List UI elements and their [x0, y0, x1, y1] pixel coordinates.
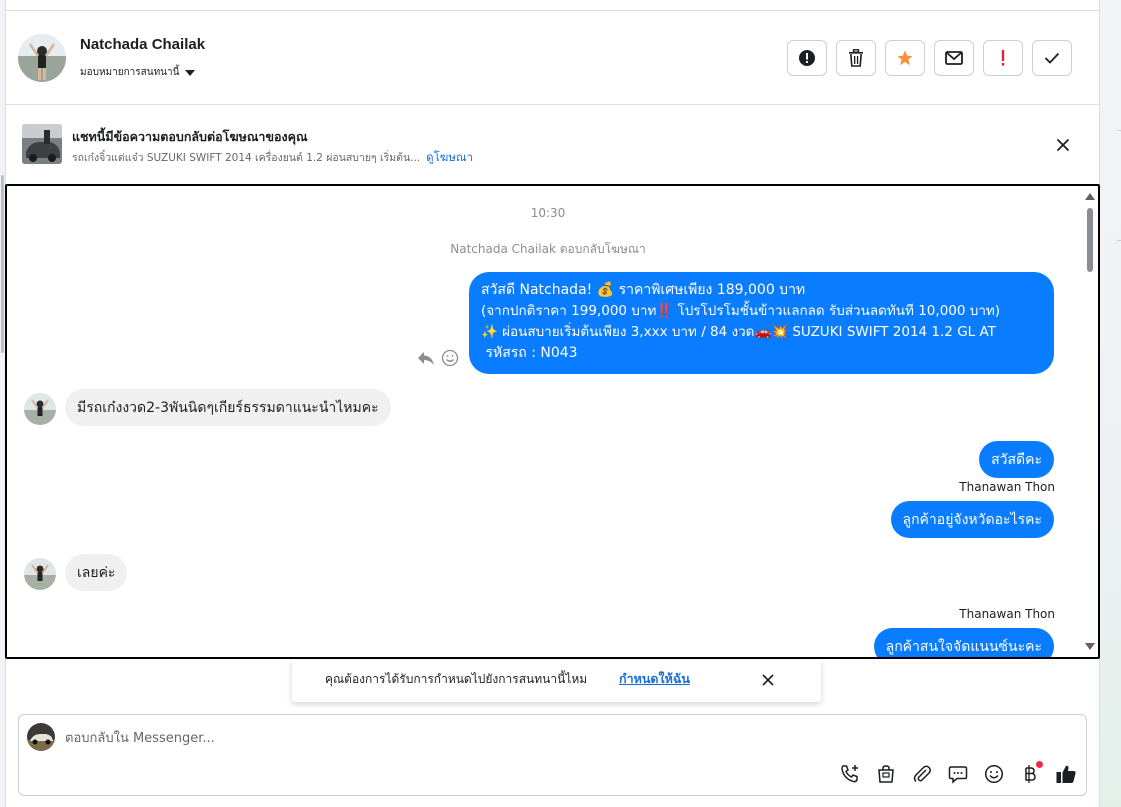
outgoing-ad-message[interactable]: สวัสดี Natchada! 💰 ราคาพิเศษเพียง 189,00…: [469, 272, 1054, 374]
payment-button[interactable]: [1017, 761, 1043, 787]
close-icon: [1056, 138, 1070, 152]
paperclip-icon: [913, 765, 931, 783]
outgoing-message[interactable]: ลูกค้าอยู่จังหวัดอะไรคะ: [890, 501, 1054, 538]
contact-avatar[interactable]: [18, 34, 66, 82]
mark-done-button[interactable]: [1032, 40, 1072, 76]
scroll-down-arrow-icon[interactable]: [1085, 643, 1095, 650]
thread-scrollbar[interactable]: [1082, 186, 1098, 657]
inbox-app: Natchada Chailak มอบหมายการสนทนานี้ แชทน…: [0, 0, 1121, 807]
close-ad-banner-button[interactable]: [1052, 134, 1074, 156]
composer-toolbar: [837, 761, 1079, 787]
message-hover-actions: [417, 349, 459, 367]
ad-reply-banner: แชทนี้มีข้อความตอบกลับต่อโฆษณาของคุณ รถเ…: [6, 106, 1099, 184]
report-spam-button[interactable]: [787, 40, 827, 76]
assign-conversation-dropdown[interactable]: มอบหมายการสนทนานี้: [80, 65, 196, 80]
contact-avatar-small[interactable]: [24, 393, 56, 425]
attach-button[interactable]: [909, 761, 935, 787]
mark-unread-button[interactable]: [934, 40, 974, 76]
shop-button[interactable]: [873, 761, 899, 787]
message-timestamp: 10:30: [530, 206, 566, 220]
incoming-message[interactable]: มีรถเก๋งงวด2-3พันนิดๆเกียร์ธรรมดาแนะนำไห…: [65, 389, 391, 426]
delete-button[interactable]: [836, 40, 876, 76]
view-ad-link[interactable]: ดูโฆษณา: [426, 149, 473, 167]
notification-dot: [1036, 761, 1043, 768]
ad-message-line: ✨ ผ่อนสบายเริ่มต้นเพียง 3,xxx บาท / 84 ง…: [481, 324, 996, 340]
outgoing-message[interactable]: สวัสดีคะ: [979, 441, 1054, 478]
star-button[interactable]: [885, 40, 925, 76]
mark-important-button[interactable]: [983, 40, 1023, 76]
ad-reply-note: Natchada Chailak ตอบกลับโฆษณา: [450, 242, 646, 256]
header-actions: [787, 40, 1072, 76]
shopping-bag-icon: [878, 765, 894, 783]
close-icon: [762, 674, 774, 686]
page-avatar: [27, 723, 55, 751]
right-panel-edge: [1099, 0, 1121, 807]
message-composer: [18, 714, 1087, 796]
reply-input[interactable]: [65, 727, 765, 749]
scroll-up-arrow-icon[interactable]: [1085, 193, 1095, 200]
scroll-thumb[interactable]: [1087, 208, 1093, 272]
checkmark-icon: [1044, 52, 1060, 64]
call-button[interactable]: [837, 761, 863, 787]
contact-avatar-small[interactable]: [24, 558, 56, 590]
emoji-button[interactable]: [981, 761, 1007, 787]
incoming-message[interactable]: เลยค่ะ: [65, 554, 128, 591]
ad-message-line: รหัสรถ : N043: [481, 345, 578, 361]
ad-banner-title: แชทนี้มีข้อความตอบกลับต่อโฆษณาของคุณ: [72, 129, 308, 144]
ad-description: รถเก๋งจิ๋วแต่แจ๋ว SUZUKI SWIFT 2014 เครื…: [72, 152, 421, 164]
ad-message-line: (จากปกติราคา 199,000 บาท‼️ โปรโปรโมชั้นข…: [481, 303, 1001, 319]
assign-prompt-toast: คุณต้องการได้รับการกำหนดไปยังการสนทนานี้…: [292, 660, 821, 702]
chat-bubble-icon: [948, 766, 968, 784]
assign-to-me-link[interactable]: กำหนดให้ฉัน: [619, 669, 690, 689]
smiley-icon: [984, 764, 1004, 784]
caret-down-icon: [185, 69, 196, 76]
phone-plus-icon: [841, 765, 858, 783]
alert-circle-icon: [799, 50, 815, 66]
ad-thumbnail[interactable]: [22, 124, 62, 164]
ad-banner-description-row: รถเก๋งจิ๋วแต่แจ๋ว SUZUKI SWIFT 2014 เครื…: [72, 149, 473, 167]
ad-message-line: สวัสดี Natchada! 💰 ราคาพิเศษเพียง 189,00…: [481, 282, 806, 298]
trash-icon: [849, 49, 863, 67]
left-scrollbar[interactable]: [1, 175, 4, 353]
exclamation-icon: [1001, 50, 1005, 66]
saved-replies-button[interactable]: [945, 761, 971, 787]
assign-prompt-text: คุณต้องการได้รับการกำหนดไปยังการสนทนานี้…: [325, 672, 588, 686]
envelope-icon: [945, 51, 963, 65]
emoji-reaction-icon[interactable]: [441, 349, 459, 367]
reply-icon[interactable]: [417, 350, 435, 366]
sender-name: Thanawan Thon: [959, 607, 1055, 621]
like-button[interactable]: [1053, 761, 1079, 787]
conversation-header: Natchada Chailak มอบหมายการสนทนานี้: [6, 11, 1099, 105]
close-toast-button[interactable]: [759, 671, 777, 689]
sender-name: Thanawan Thon: [959, 480, 1055, 494]
contact-name[interactable]: Natchada Chailak: [80, 36, 205, 53]
star-icon: [897, 50, 913, 66]
baht-icon: [1025, 765, 1036, 783]
message-thread[interactable]: 10:30 Natchada Chailak ตอบกลับโฆษณา สวัส…: [5, 184, 1100, 659]
thumbs-up-icon: [1056, 765, 1076, 783]
assign-label: มอบหมายการสนทนานี้: [80, 67, 180, 78]
outgoing-message[interactable]: ลูกค้าสนใจจัดแนนซ์นะคะ: [873, 628, 1054, 657]
